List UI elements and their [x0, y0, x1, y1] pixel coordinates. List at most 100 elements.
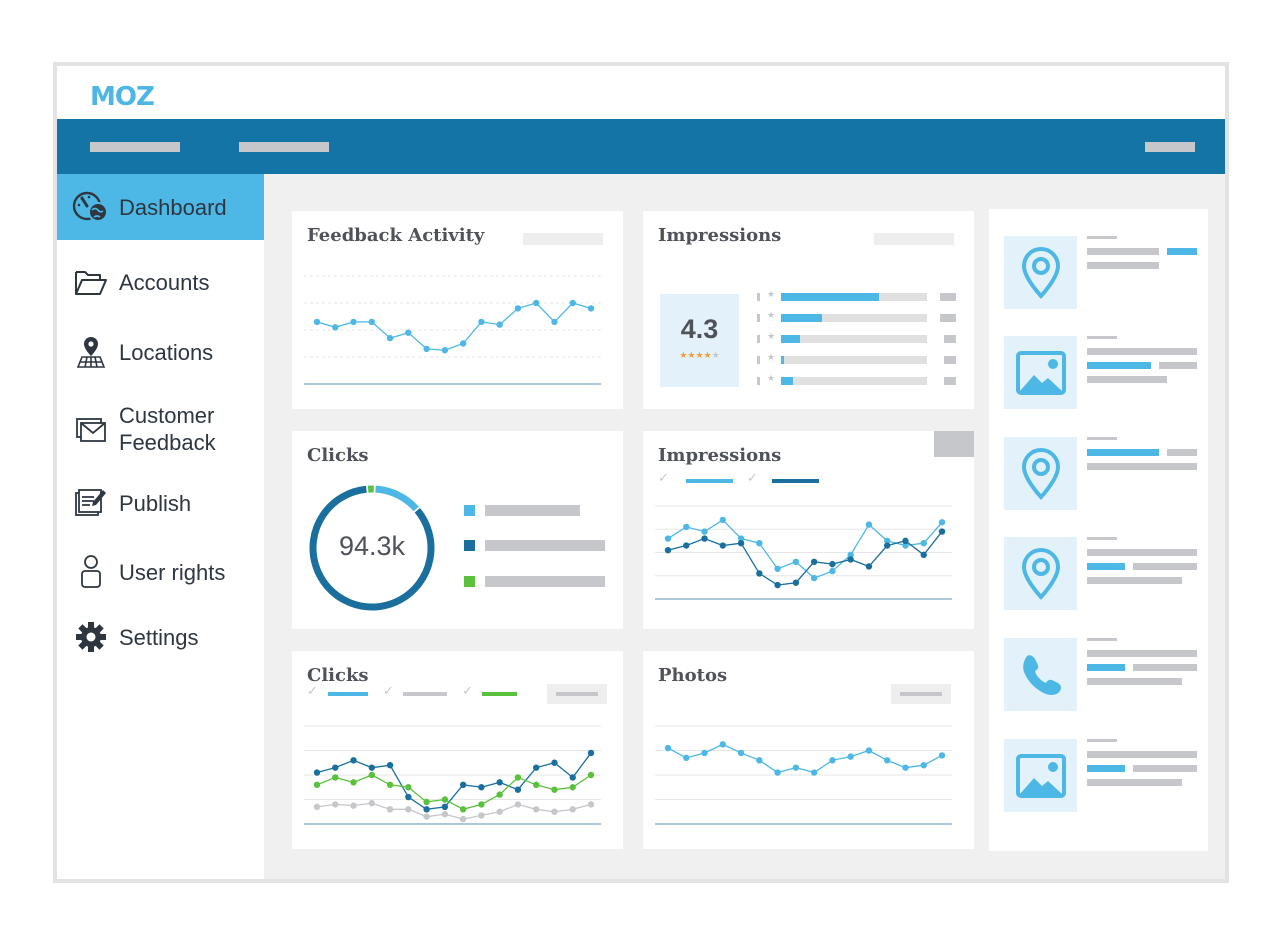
data-point[interactable] — [719, 542, 726, 549]
data-point[interactable] — [386, 762, 394, 769]
data-point[interactable] — [441, 803, 449, 811]
data-point[interactable] — [459, 340, 467, 347]
data-point[interactable] — [459, 781, 467, 788]
data-point[interactable] — [847, 753, 854, 760]
data-point[interactable] — [847, 556, 854, 563]
data-point[interactable] — [423, 806, 430, 813]
data-point[interactable] — [829, 757, 836, 764]
data-point[interactable] — [902, 764, 909, 771]
data-point[interactable] — [569, 299, 576, 307]
data-point[interactable] — [810, 769, 818, 776]
data-point[interactable] — [313, 318, 321, 326]
data-point[interactable] — [533, 806, 540, 813]
data-point[interactable] — [405, 784, 412, 791]
data-point[interactable] — [350, 757, 357, 764]
data-point[interactable] — [774, 769, 781, 776]
feed-item[interactable] — [989, 336, 1208, 409]
data-point[interactable] — [496, 321, 503, 328]
data-point[interactable] — [441, 347, 449, 354]
data-point[interactable] — [514, 801, 522, 808]
sidebar-item-user-rights[interactable]: User rights — [57, 550, 264, 594]
data-point[interactable] — [938, 528, 946, 535]
data-point[interactable] — [829, 560, 836, 568]
data-point[interactable] — [810, 558, 818, 565]
data-point[interactable] — [441, 796, 449, 803]
sidebar-item-customer-feedback[interactable]: Customer Feedback — [57, 400, 264, 458]
data-point[interactable] — [551, 808, 558, 815]
data-point[interactable] — [514, 774, 522, 781]
data-point[interactable] — [756, 757, 763, 764]
data-point[interactable] — [938, 519, 946, 526]
data-point[interactable] — [514, 305, 522, 312]
data-point[interactable] — [701, 749, 708, 757]
data-point[interactable] — [920, 551, 927, 559]
legend-check-icon[interactable]: ✓ — [747, 471, 758, 486]
data-point[interactable] — [459, 815, 467, 823]
legend-check-icon[interactable]: ✓ — [383, 684, 394, 699]
data-point[interactable] — [478, 801, 485, 808]
nav-item-account[interactable] — [1145, 142, 1195, 152]
data-point[interactable] — [514, 786, 522, 793]
data-point[interactable] — [405, 793, 412, 801]
data-point[interactable] — [551, 759, 558, 766]
data-point[interactable] — [774, 581, 781, 589]
card-menu-placeholder[interactable] — [874, 233, 954, 245]
data-point[interactable] — [664, 546, 672, 554]
donut-slice-light-blue[interactable] — [375, 485, 419, 512]
card-action-placeholder[interactable] — [934, 431, 974, 457]
data-point[interactable] — [920, 762, 927, 769]
data-point[interactable] — [792, 579, 800, 586]
data-point[interactable] — [496, 791, 503, 798]
data-point[interactable] — [884, 542, 891, 549]
data-point[interactable] — [902, 537, 909, 545]
data-point[interactable] — [405, 806, 412, 813]
nav-item-2[interactable] — [239, 142, 329, 152]
data-point[interactable] — [865, 521, 873, 528]
data-point[interactable] — [737, 749, 745, 757]
data-point[interactable] — [313, 769, 321, 776]
data-point[interactable] — [533, 781, 540, 788]
data-point[interactable] — [533, 764, 540, 771]
data-point[interactable] — [478, 812, 485, 819]
data-point[interactable] — [368, 764, 375, 771]
data-point[interactable] — [551, 786, 558, 793]
data-point[interactable] — [683, 754, 690, 762]
feed-item[interactable] — [989, 739, 1208, 812]
data-point[interactable] — [423, 798, 430, 806]
feed-item[interactable] — [989, 537, 1208, 610]
data-point[interactable] — [332, 764, 339, 771]
data-point[interactable] — [737, 540, 745, 547]
card-menu-placeholder[interactable] — [523, 233, 603, 245]
data-point[interactable] — [350, 318, 357, 326]
data-point[interactable] — [587, 771, 595, 779]
data-point[interactable] — [938, 752, 946, 759]
data-point[interactable] — [664, 535, 672, 542]
data-point[interactable] — [332, 801, 339, 808]
data-point[interactable] — [386, 334, 394, 342]
legend-check-icon[interactable]: ✓ — [658, 471, 669, 486]
data-point[interactable] — [368, 771, 375, 779]
data-point[interactable] — [792, 764, 800, 771]
sidebar-item-locations[interactable]: Locations — [57, 332, 264, 372]
data-point[interactable] — [701, 528, 708, 535]
data-point[interactable] — [569, 806, 576, 813]
data-point[interactable] — [423, 813, 430, 820]
data-point[interactable] — [756, 540, 763, 547]
data-point[interactable] — [683, 523, 690, 531]
data-point[interactable] — [865, 747, 873, 754]
legend-check-icon[interactable]: ✓ — [307, 684, 318, 699]
data-point[interactable] — [719, 741, 726, 748]
data-point[interactable] — [405, 329, 412, 336]
feed-item[interactable] — [989, 236, 1208, 309]
data-point[interactable] — [368, 799, 375, 807]
data-point[interactable] — [478, 318, 485, 326]
data-point[interactable] — [587, 749, 595, 757]
data-point[interactable] — [368, 318, 375, 326]
data-point[interactable] — [478, 784, 485, 791]
data-point[interactable] — [350, 802, 357, 809]
data-point[interactable] — [920, 540, 927, 547]
data-point[interactable] — [664, 744, 672, 752]
data-point[interactable] — [332, 324, 339, 331]
data-point[interactable] — [829, 567, 836, 575]
data-point[interactable] — [884, 757, 891, 764]
